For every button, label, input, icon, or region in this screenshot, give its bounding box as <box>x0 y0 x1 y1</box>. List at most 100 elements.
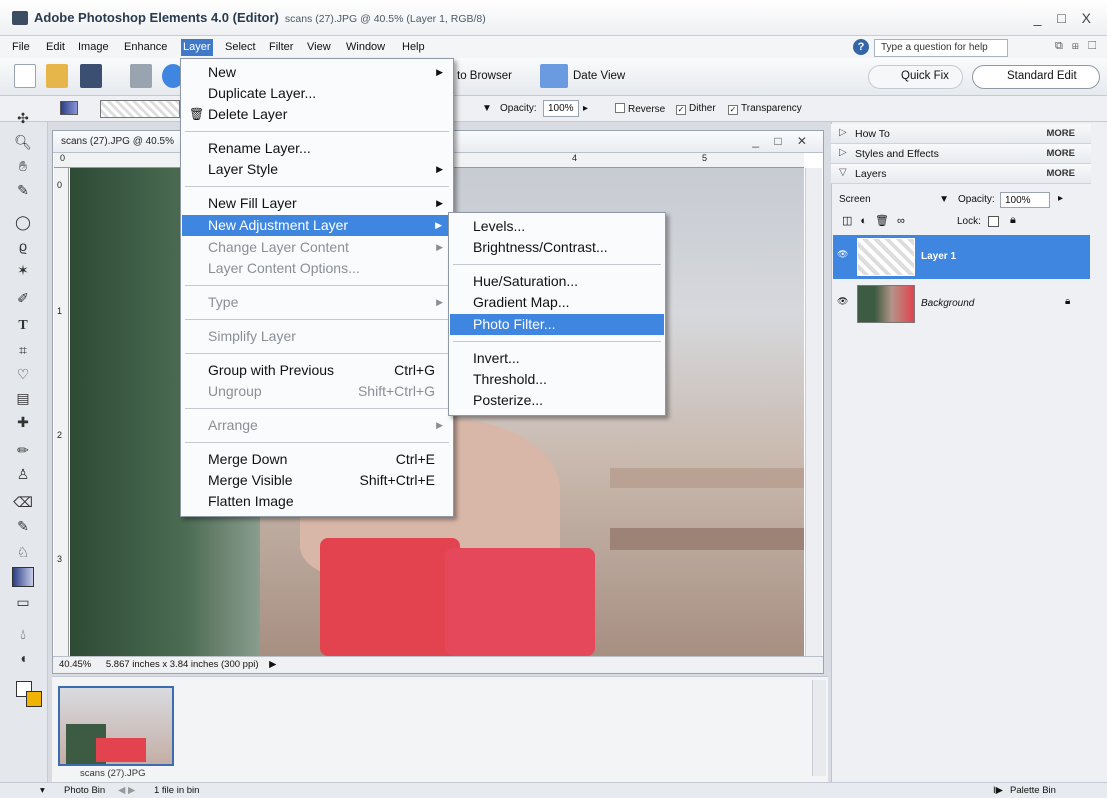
submenu-item-posterize[interactable]: Posterize... <box>449 390 665 411</box>
help-search-input[interactable]: Type a question for help <box>874 39 1008 57</box>
red-eye-tool-icon[interactable]: ♡ <box>12 364 34 384</box>
photo-bin-scrollbar[interactable] <box>812 680 826 776</box>
blend-mode-select[interactable]: Screen ▼ <box>837 192 953 208</box>
lock-transparency-checkbox[interactable] <box>988 216 999 227</box>
menu-select[interactable]: Select <box>223 39 258 56</box>
lock-icon[interactable]: 🔒︎ <box>1010 214 1016 227</box>
submenu-item-gradient-map[interactable]: Gradient Map... <box>449 292 665 313</box>
crop-tool-icon[interactable]: ⌗ <box>12 340 34 360</box>
more-button[interactable]: MORE <box>1047 128 1076 139</box>
palette-bin-label[interactable]: Palette Bin <box>1010 785 1056 796</box>
submenu-item-levels[interactable]: Levels... <box>449 216 665 237</box>
type-tool-icon[interactable]: T <box>12 316 34 336</box>
menu-help[interactable]: Help <box>400 39 427 56</box>
brush-tool-icon[interactable]: ✎ <box>12 516 34 536</box>
visibility-eye-icon[interactable]: 👁︎ <box>837 249 849 259</box>
shape-tool-icon[interactable]: ▭ <box>12 592 34 612</box>
zoom-level[interactable]: 40.45% <box>59 659 91 670</box>
paint-bucket-tool-icon[interactable]: ♘ <box>12 542 34 562</box>
menu-item-flatten-image[interactable]: Flatten Image <box>181 491 453 512</box>
status-arrow-icon[interactable]: ▶ <box>269 659 276 670</box>
visibility-eye-icon[interactable]: 👁︎ <box>837 296 849 306</box>
menu-item-layer-style[interactable]: Layer Style ▶ <box>181 159 453 180</box>
opacity-arrow-icon[interactable]: ▸ <box>1058 193 1063 204</box>
layer-opacity-input[interactable]: 100% <box>1000 192 1050 208</box>
standard-edit-button[interactable]: Standard Edit <box>972 65 1100 89</box>
zoom-tool-icon[interactable]: 🔍︎ <box>12 132 34 152</box>
menu-item-duplicate-layer[interactable]: Duplicate Layer... <box>181 83 453 104</box>
gradient-picker[interactable] <box>100 100 180 118</box>
blur-tool-icon[interactable]: 💧︎ <box>12 624 34 644</box>
arrange-icons[interactable]: ⧉ ⊞ ☐ <box>1055 40 1099 53</box>
window-controls[interactable]: _ □ X <box>1034 10 1097 26</box>
submenu-item-invert[interactable]: Invert... <box>449 348 665 369</box>
date-view-button[interactable]: Date View <box>573 70 625 82</box>
background-color-icon[interactable] <box>26 691 42 707</box>
menu-item-merge-visible[interactable]: Merge Visible Shift+Ctrl+E <box>181 470 453 491</box>
menu-image[interactable]: Image <box>76 39 111 56</box>
photo-bin-label[interactable]: Photo Bin <box>64 785 105 796</box>
submenu-item-threshold[interactable]: Threshold... <box>449 369 665 390</box>
document-window-controls[interactable]: _ □ ✕ <box>752 134 813 148</box>
help-icon[interactable]: ? <box>853 39 869 55</box>
layer-row-layer1[interactable]: 👁︎ Layer 1 <box>833 235 1090 279</box>
layer-row-background[interactable]: 👁︎ Background 🔒︎ <box>833 282 1090 326</box>
new-file-icon[interactable] <box>14 64 36 88</box>
opacity-input[interactable]: 100% <box>543 100 579 117</box>
move-tool-icon[interactable]: ✣ <box>12 108 34 128</box>
opacity-arrow-icon[interactable]: ▸ <box>583 103 588 114</box>
lasso-tool-icon[interactable]: ϱ <box>12 236 34 256</box>
menu-item-group-with-previous[interactable]: Group with Previous Ctrl+G <box>181 360 453 381</box>
more-button[interactable]: MORE <box>1047 168 1076 179</box>
save-icon[interactable] <box>80 64 102 88</box>
gradient-swatch[interactable] <box>60 101 78 115</box>
expand-photo-bin-icon[interactable]: ▾ <box>40 785 45 796</box>
submenu-item-brightness-contrast[interactable]: Brightness/Contrast... <box>449 237 665 258</box>
dither-checkbox[interactable]: ✓ Dither <box>676 103 716 115</box>
transparency-checkbox[interactable]: ✓ Transparency <box>728 103 802 115</box>
menu-window[interactable]: Window <box>344 39 387 56</box>
palette-bin-toggle-icon[interactable]: I▶ <box>993 785 1003 796</box>
spot-healing-tool-icon[interactable]: ✚ <box>12 412 34 432</box>
eyedropper-tool-icon[interactable]: ✎ <box>12 180 34 200</box>
magic-wand-tool-icon[interactable]: ✶ <box>12 260 34 280</box>
print-icon[interactable] <box>130 64 152 88</box>
menu-file[interactable]: File <box>10 39 32 56</box>
menu-item-rename-layer[interactable]: Rename Layer... <box>181 138 453 159</box>
menu-item-new[interactable]: New ▶ <box>181 62 453 83</box>
quick-fix-button[interactable]: Quick Fix <box>868 65 963 89</box>
more-button[interactable]: MORE <box>1047 148 1076 159</box>
dropdown-arrow-icon[interactable]: ▼ <box>482 103 492 114</box>
layers-palette-header[interactable]: ▽ Layers MORE <box>831 164 1091 184</box>
menu-item-new-fill-layer[interactable]: New Fill Layer ▶ <box>181 193 453 214</box>
menu-view[interactable]: View <box>305 39 333 56</box>
selection-brush-tool-icon[interactable]: ✐ <box>12 288 34 308</box>
photo-bin-thumbnail[interactable] <box>58 686 174 766</box>
nav-arrows-icon[interactable]: ◀ ▶ <box>118 785 135 796</box>
open-folder-icon[interactable] <box>46 64 68 88</box>
healing-brush-tool-icon[interactable]: ✏ <box>12 440 34 460</box>
submenu-item-hue-saturation[interactable]: Hue/Saturation... <box>449 271 665 292</box>
menu-item-delete-layer[interactable]: 🗑︎ Delete Layer <box>181 104 453 125</box>
styles-palette-header[interactable]: ▷ Styles and Effects MORE <box>831 144 1091 164</box>
menu-enhance[interactable]: Enhance <box>122 39 169 56</box>
hand-tool-icon[interactable]: ✋︎ <box>12 156 34 176</box>
photo-browser-button[interactable]: to Browser <box>457 70 512 82</box>
document-scrollbar[interactable] <box>805 168 822 656</box>
menu-layer[interactable]: Layer <box>181 39 213 56</box>
clone-stamp-tool-icon[interactable]: ♙ <box>12 464 34 484</box>
marquee-tool-icon[interactable]: ◯ <box>12 212 34 232</box>
cookie-cutter-tool-icon[interactable]: ▤ <box>12 388 34 408</box>
menu-edit[interactable]: Edit <box>44 39 67 56</box>
reverse-checkbox[interactable]: Reverse <box>615 103 665 115</box>
sponge-tool-icon[interactable]: ◖ <box>12 648 34 668</box>
gradient-tool-icon[interactable] <box>12 567 34 587</box>
menu-item-merge-down[interactable]: Merge Down Ctrl+E <box>181 449 453 470</box>
submenu-item-photo-filter[interactable]: Photo Filter... <box>450 314 664 335</box>
date-view-icon[interactable] <box>540 64 568 88</box>
eraser-tool-icon[interactable]: ⌫ <box>12 492 34 512</box>
layer-tools-icons[interactable]: ◫◐🗑︎∞ <box>842 214 913 227</box>
how-to-palette-header[interactable]: ▷ How To MORE <box>831 124 1091 144</box>
menu-item-new-adjustment-layer[interactable]: New Adjustment Layer ▶ <box>182 215 452 236</box>
menu-filter[interactable]: Filter <box>267 39 295 56</box>
